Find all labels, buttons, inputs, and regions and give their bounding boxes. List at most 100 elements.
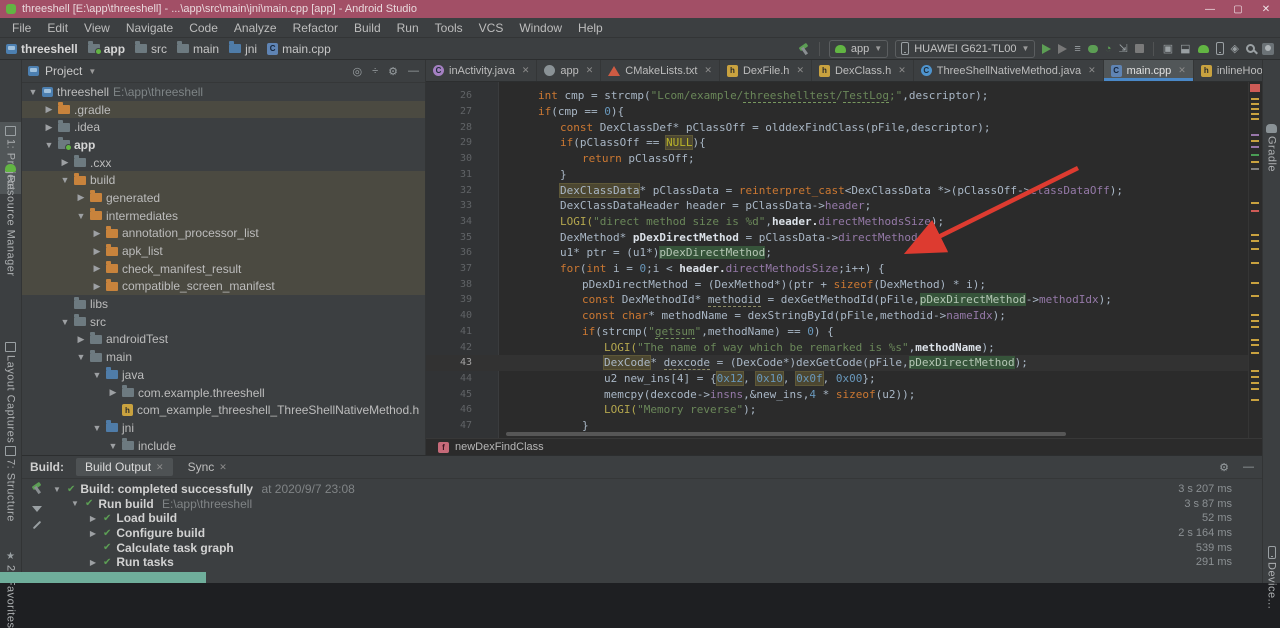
menu-view[interactable]: View bbox=[76, 19, 118, 37]
stripe-mark[interactable] bbox=[1251, 240, 1259, 242]
tab-inlineHook-h[interactable]: hinlineHook.h✕ bbox=[1194, 60, 1262, 81]
hide-panel-icon[interactable]: — bbox=[1243, 461, 1254, 474]
expand-arrow-icon[interactable]: ▶ bbox=[44, 122, 54, 133]
build-hammer-icon[interactable] bbox=[798, 43, 810, 55]
project-view-selector[interactable]: Project bbox=[45, 64, 82, 78]
gear-icon[interactable]: ⚙ bbox=[388, 65, 398, 78]
run-button[interactable] bbox=[1042, 44, 1051, 54]
code-line-37[interactable]: 37for(int i = 0;i < header.directMethods… bbox=[426, 261, 1262, 277]
collapse-arrow-icon[interactable]: ▼ bbox=[92, 370, 102, 380]
tree-item-threeshell[interactable]: ▼threeshell E:\app\threeshell bbox=[22, 83, 425, 101]
stripe-mark[interactable] bbox=[1251, 326, 1259, 328]
stripe-mark[interactable] bbox=[1251, 134, 1259, 136]
tree-item-apk_list[interactable]: ▶apk_list bbox=[22, 242, 425, 260]
profiler-icon[interactable]: ◔ bbox=[1105, 43, 1112, 55]
pin-icon[interactable] bbox=[33, 521, 41, 529]
menu-file[interactable]: File bbox=[4, 19, 39, 37]
collapse-arrow-icon[interactable]: ▼ bbox=[76, 211, 86, 221]
error-stripe[interactable] bbox=[1248, 82, 1262, 438]
menu-run[interactable]: Run bbox=[389, 19, 427, 37]
stripe-mark[interactable] bbox=[1251, 376, 1259, 378]
breadcrumb-item-jni[interactable]: jni bbox=[229, 42, 257, 56]
code-line-31[interactable]: 31} bbox=[426, 167, 1262, 183]
code-line-41[interactable]: 41if(strcmp("getsum",methodName) == 0) { bbox=[426, 324, 1262, 340]
maximize-button[interactable]: ▢ bbox=[1224, 4, 1252, 15]
hide-panel-icon[interactable]: — bbox=[408, 65, 419, 78]
menu-help[interactable]: Help bbox=[570, 19, 611, 37]
code-line-29[interactable]: 29if(pClassOff == NULL){ bbox=[426, 135, 1262, 151]
tree-item-androidTest[interactable]: ▶androidTest bbox=[22, 331, 425, 349]
close-icon[interactable]: ✕ bbox=[522, 65, 530, 76]
stripe-mark[interactable] bbox=[1251, 234, 1259, 236]
breadcrumb-item-main[interactable]: main bbox=[177, 42, 219, 56]
stripe-mark[interactable] bbox=[1251, 314, 1259, 316]
collapse-arrow-icon[interactable]: ▼ bbox=[76, 352, 86, 362]
tree-item-app[interactable]: ▼app bbox=[22, 136, 425, 154]
coverage-icon[interactable]: ≡ bbox=[1074, 43, 1080, 55]
tree-item-jni[interactable]: ▼jni bbox=[22, 419, 425, 437]
tab-main-cpp[interactable]: Cmain.cpp✕ bbox=[1104, 60, 1194, 81]
expand-arrow-icon[interactable]: ▶ bbox=[60, 157, 70, 168]
code-line-38[interactable]: 38pDexDirectMethod = (DexMethod*)(ptr + … bbox=[426, 276, 1262, 292]
menu-tools[interactable]: Tools bbox=[427, 19, 471, 37]
build-row-Load-build[interactable]: ▶✔Load build52 ms bbox=[52, 511, 1232, 526]
code-line-45[interactable]: 45memcpy(dexcode->insns,&new_ins,4 * siz… bbox=[426, 386, 1262, 402]
build-row-Configure-build[interactable]: ▶✔Configure build2 s 164 ms bbox=[52, 526, 1232, 541]
stripe-mark[interactable] bbox=[1250, 84, 1260, 92]
breadcrumb-item-src[interactable]: src bbox=[135, 42, 167, 56]
code-line-43[interactable]: 43DexCode* dexcode = (DexCode*)dexGetCod… bbox=[426, 355, 1262, 371]
code-line-40[interactable]: 40const char* methodName = dexStringById… bbox=[426, 308, 1262, 324]
code-line-39[interactable]: 39const DexMethodId* methodid = dexGetMe… bbox=[426, 292, 1262, 308]
attach-debugger-icon[interactable]: ⇲ bbox=[1119, 42, 1128, 55]
tree-item-build[interactable]: ▼build bbox=[22, 171, 425, 189]
expand-arrow-icon[interactable]: ▶ bbox=[92, 263, 102, 274]
code-line-33[interactable]: 33DexClassDataHeader header = pClassData… bbox=[426, 198, 1262, 214]
stripe-mark[interactable] bbox=[1251, 370, 1259, 372]
device-select[interactable]: HUAWEI G621-TL00 ▼ bbox=[895, 40, 1035, 58]
code-line-44[interactable]: 44u2 new_ins[4] = {0x12, 0x10, 0x0f, 0x0… bbox=[426, 371, 1262, 387]
stripe-mark[interactable] bbox=[1251, 98, 1259, 100]
stripe-mark[interactable] bbox=[1251, 339, 1259, 341]
collapse-arrow-icon[interactable]: ▼ bbox=[92, 423, 102, 433]
search-everywhere-icon[interactable] bbox=[1246, 44, 1255, 53]
build-tab-Build-Output[interactable]: Build Output✕ bbox=[76, 458, 173, 476]
breadcrumb-item-maincpp[interactable]: Cmain.cpp bbox=[267, 42, 331, 56]
collapse-arrow-icon[interactable]: ▼ bbox=[70, 499, 80, 508]
stripe-mark[interactable] bbox=[1251, 352, 1259, 354]
expand-arrow-icon[interactable]: ▶ bbox=[92, 246, 102, 257]
code-line-26[interactable]: 26int cmp = strcmp("Lcom/example/threesh… bbox=[426, 88, 1262, 104]
expand-arrow-icon[interactable]: ▶ bbox=[88, 558, 98, 567]
stripe-mark[interactable] bbox=[1251, 113, 1259, 115]
build-row-Calculate-task-graph[interactable]: ✔Calculate task graph539 ms bbox=[52, 540, 1232, 555]
code-line-27[interactable]: 27if(cmp == 0){ bbox=[426, 104, 1262, 120]
code-line-36[interactable]: 36u1* ptr = (u1*)pDexDirectMethod; bbox=[426, 245, 1262, 261]
tab-inActivity-java[interactable]: CinActivity.java✕ bbox=[426, 60, 537, 81]
code-line-46[interactable]: 46LOGI("Memory reverse"); bbox=[426, 402, 1262, 418]
stripe-mark[interactable] bbox=[1251, 118, 1259, 120]
debug-button[interactable] bbox=[1088, 45, 1098, 53]
expand-arrow-icon[interactable]: ▶ bbox=[88, 514, 98, 523]
build-tab-Sync[interactable]: Sync✕ bbox=[179, 458, 236, 476]
tool-window-button-device-[interactable]: Device... bbox=[1263, 546, 1280, 609]
build-row-Run-tasks[interactable]: ▶✔Run tasks291 ms bbox=[52, 555, 1232, 570]
expand-arrow-icon[interactable]: ▶ bbox=[92, 228, 102, 239]
expand-arrow-icon[interactable]: ▶ bbox=[108, 387, 118, 398]
expand-arrow-icon[interactable]: ▶ bbox=[44, 104, 54, 115]
menu-analyze[interactable]: Analyze bbox=[226, 19, 285, 37]
stripe-mark[interactable] bbox=[1251, 161, 1259, 163]
stripe-mark[interactable] bbox=[1251, 202, 1259, 204]
profile-avatar[interactable] bbox=[1262, 43, 1274, 55]
build-row-Build--completed-successfully[interactable]: ▼✔Build: completed successfully at 2020/… bbox=[52, 482, 1232, 497]
close-icon[interactable]: ✕ bbox=[219, 462, 227, 473]
tree-item-com-example-threeshell[interactable]: ▶com.example.threeshell bbox=[22, 384, 425, 402]
stripe-mark[interactable] bbox=[1251, 210, 1259, 212]
tree-item-annotation_processor_list[interactable]: ▶annotation_processor_list bbox=[22, 225, 425, 243]
expand-arrow-icon[interactable]: ▶ bbox=[88, 529, 98, 538]
avd-manager-icon[interactable] bbox=[1198, 45, 1209, 53]
close-icon[interactable]: ✕ bbox=[156, 462, 164, 473]
code-line-42[interactable]: 42LOGI("The name of way which be remarke… bbox=[426, 339, 1262, 355]
tool-window-button-resource-manager[interactable]: Resource Manager bbox=[0, 164, 21, 277]
menu-navigate[interactable]: Navigate bbox=[118, 19, 181, 37]
menu-edit[interactable]: Edit bbox=[39, 19, 76, 37]
tree-item-src[interactable]: ▼src bbox=[22, 313, 425, 331]
